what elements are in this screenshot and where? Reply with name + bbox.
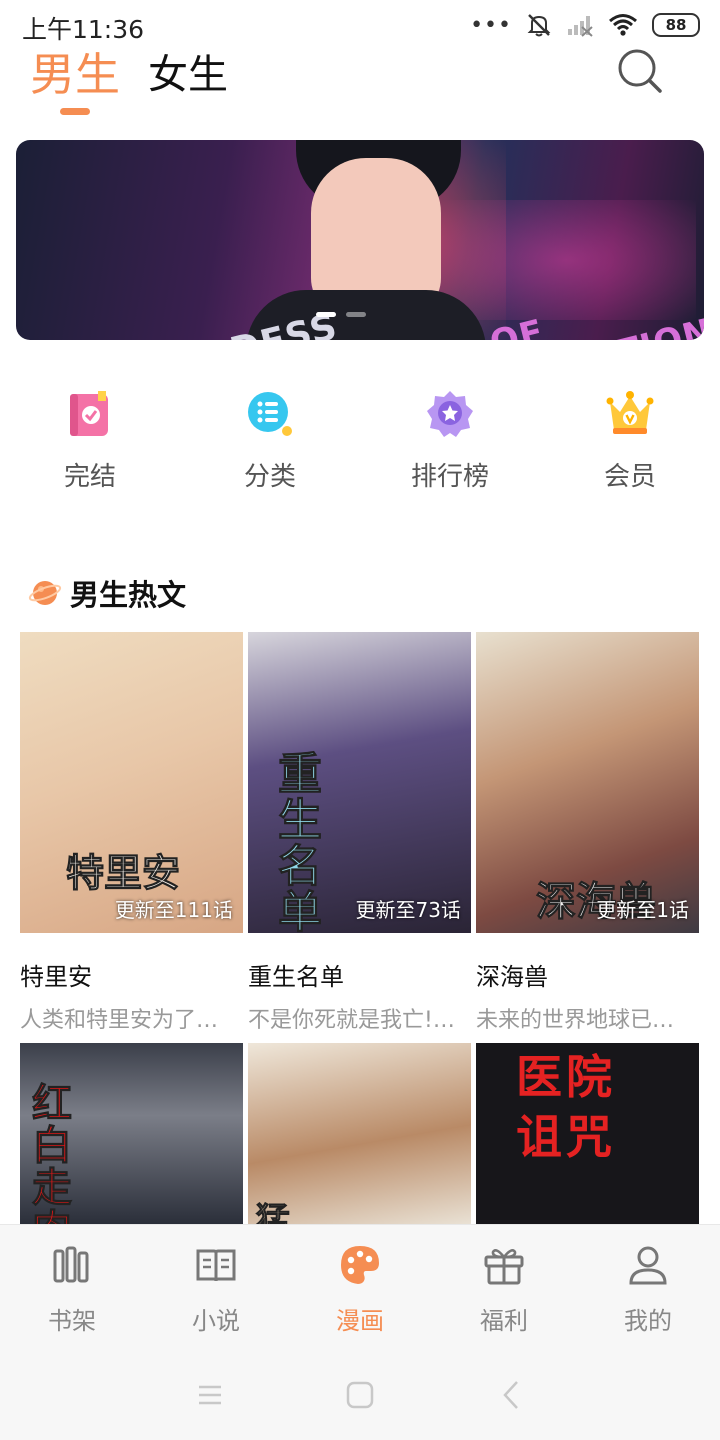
quick-entry-label: 排行榜 [410,462,489,492]
wifi-icon [609,14,637,36]
comic-card[interactable]: 猛 [248,1043,471,1224]
cell-signal-icon [568,16,593,37]
system-nav-bar [0,1350,720,1440]
quick-entry-ranking[interactable]: 排行榜 [360,388,540,493]
tab-male-label: 男生 [30,48,121,101]
status-time: 上午11:36 [22,15,145,44]
crown-icon [606,391,654,434]
quick-entry-label: 会员 [603,462,656,492]
open-book-icon [196,1249,236,1282]
palette-icon [341,1246,379,1284]
comic-desc: 人类和特里安为了生存而战... [20,1008,235,1033]
comic-cover: 猛 [248,1043,471,1224]
comic-desc: 不是你死就是我亡!重生名单 [248,1008,463,1033]
gift-icon [484,1249,524,1285]
nav-label: 漫画 [336,1307,384,1335]
banner-text-left: GODDESS [136,306,342,340]
section-title: 男生热文 [70,578,187,612]
cover-title: 猛 [256,1201,291,1225]
update-badge: 更新至111话 [114,898,233,922]
comic-name: 重生名单 [248,963,344,991]
quick-entry-membership[interactable]: 会员 [540,388,720,493]
quick-entry-label: 完结 [63,462,116,492]
book-check-icon [70,391,108,436]
comic-card[interactable]: 医院诅咒 [476,1043,699,1224]
comic-cover: 医院诅咒 [476,1043,699,1224]
planet-icon [28,581,62,605]
comic-card[interactable]: 红白走肉 [20,1043,243,1224]
bottom-nav: 书架 小说 漫画 福利 我的 [0,1224,720,1350]
nav-bookshelf[interactable]: 书架 [0,1225,144,1350]
comic-cover: 特里安 更新至111话 [20,632,243,933]
comic-name: 特里安 [20,963,92,991]
tab-male[interactable]: 男生 [30,50,120,115]
quick-entry-category[interactable]: 分类 [180,388,360,493]
menu-icon[interactable] [193,1378,227,1412]
mute-bell-icon [527,14,551,37]
update-badge: 更新至1话 [596,898,689,922]
home-icon[interactable] [343,1378,377,1412]
nav-label: 书架 [48,1307,96,1335]
comic-cover: 红白走肉 [20,1043,243,1224]
banner-pager [316,312,366,317]
banner-pager-dot-active [316,312,336,317]
status-icons: ••• 88 [470,12,700,38]
status-bar: 上午11:36 ••• 88 [0,0,720,52]
nav-label: 小说 [192,1307,240,1335]
update-badge: 更新至73话 [355,898,461,922]
search-icon[interactable] [617,48,663,94]
nav-comic[interactable]: 漫画 [288,1225,432,1350]
quick-entry-label: 分类 [243,462,296,492]
comic-name: 深海兽 [476,963,548,991]
tab-female[interactable]: 女生 [148,50,228,100]
nav-welfare[interactable]: 福利 [432,1225,576,1350]
cover-title: 医院诅咒 [516,1050,616,1164]
cover-title: 特里安 [65,851,181,896]
nav-novel[interactable]: 小说 [144,1225,288,1350]
cover-title: 红白走肉 [32,1081,73,1225]
bookshelf-icon [53,1246,89,1283]
signal-dots: ••• [470,12,512,38]
quick-entries: 完结 分类 排行榜 会员 [0,388,720,493]
active-tab-indicator [60,108,90,115]
nav-label: 福利 [480,1307,528,1335]
comic-card[interactable]: 重生名单 更新至73话 重生名单 不是你死就是我亡!重生名单 [248,632,471,1034]
comic-cover: 深海兽 更新至1话 [476,632,699,933]
section-header: 男生热文 [28,572,186,614]
nav-mine[interactable]: 我的 [576,1225,720,1350]
promo-banner[interactable]: GODDESS OF SALVATION [16,140,704,340]
user-icon [629,1246,667,1285]
comic-card[interactable]: 特里安 更新至111话 特里安 人类和特里安为了生存而战... [20,632,243,1034]
gender-tabs: 男生 女生 [30,50,256,115]
banner-pager-dot [346,312,366,317]
comic-desc: 未来的世界地球已经被海水... [476,1008,691,1033]
comic-card[interactable]: 深海兽 更新至1话 深海兽 未来的世界地球已经被海水... [476,632,699,1034]
list-category-icon [248,392,292,436]
comic-cover: 重生名单 更新至73话 [248,632,471,933]
quick-entry-finished[interactable]: 完结 [0,388,180,493]
back-icon[interactable] [495,1378,529,1412]
nav-label: 我的 [624,1307,672,1335]
cover-title: 重生名单 [278,749,323,933]
medal-icon [427,391,473,437]
battery-indicator: 88 [652,13,700,37]
tab-female-label: 女生 [148,52,229,98]
